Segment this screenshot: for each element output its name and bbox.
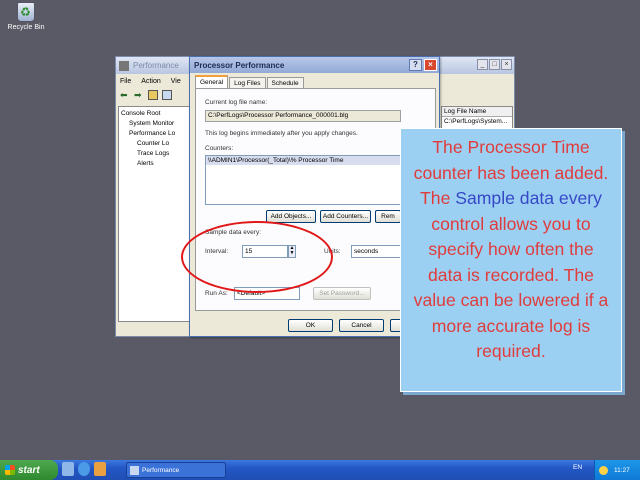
start-button[interactable]: start (0, 460, 58, 480)
log-begins-text: This log begins immediately after you ap… (205, 130, 358, 137)
forward-arrow-icon[interactable]: ➡ (134, 90, 144, 100)
minimize-icon[interactable]: _ (477, 59, 488, 70)
run-as-input[interactable]: <Default> (234, 287, 300, 300)
tree-counter-logs[interactable]: Counter Lo (121, 139, 189, 149)
log-file-name-column-header[interactable]: Log File Name (442, 107, 512, 117)
counters-label: Counters: (205, 145, 234, 152)
show-tree-icon[interactable] (162, 90, 172, 100)
sample-data-label: Sample data every: (205, 229, 262, 236)
tree-trace-logs[interactable]: Trace Logs (121, 149, 189, 159)
tree-alerts[interactable]: Alerts (121, 159, 189, 169)
back-arrow-icon[interactable]: ⬅ (120, 90, 130, 100)
internet-explorer-icon[interactable] (78, 462, 90, 476)
close-icon[interactable]: × (501, 59, 512, 70)
taskbar-performance-label: Performance (142, 466, 180, 474)
tree-performance-logs[interactable]: Performance Lo (121, 129, 189, 139)
tree-console-root[interactable]: Console Root (121, 109, 189, 119)
media-player-icon[interactable] (94, 462, 106, 476)
add-counters-button[interactable]: Add Counters... (320, 210, 371, 223)
run-as-label: Run As: (205, 290, 228, 297)
menu-action[interactable]: Action (141, 78, 160, 85)
tutorial-callout: The Processor Time counter has been adde… (400, 128, 622, 392)
performance-window-title: Performance (133, 61, 179, 70)
interval-spinner[interactable]: ▲ ▼ (288, 245, 296, 258)
recycle-bin-icon (17, 2, 35, 22)
tab-log-files[interactable]: Log Files (229, 77, 266, 88)
window-controls: _ □ × (477, 59, 512, 70)
callout-highlight: Sample data every (455, 188, 602, 208)
taskbar-performance-button[interactable]: Performance (126, 462, 226, 478)
performance-task-icon (130, 465, 139, 475)
add-objects-button[interactable]: Add Objects... (266, 210, 316, 223)
menu-file[interactable]: File (120, 78, 131, 85)
units-select[interactable]: seconds (351, 245, 401, 258)
recycle-bin-desktop-icon[interactable]: Recycle Bin (4, 2, 48, 36)
console-tree: Console Root System Monitor Performance … (118, 106, 192, 322)
units-label: Units: (324, 248, 341, 255)
interval-label: Interval: (205, 248, 229, 255)
dialog-title-bar[interactable]: Processor Performance ? × (190, 57, 439, 73)
system-tray: 11:27 (594, 460, 640, 480)
maximize-icon[interactable]: □ (489, 59, 500, 70)
quick-launch (62, 462, 106, 476)
tree-system-monitor[interactable]: System Monitor (121, 119, 189, 129)
current-log-label: Current log file name: (205, 99, 268, 106)
log-file-row[interactable]: C:\PerfLogs\System... (442, 117, 512, 127)
tab-schedule[interactable]: Schedule (266, 77, 304, 88)
start-label: start (18, 464, 40, 476)
dialog-close-icon[interactable]: × (424, 59, 437, 71)
remove-button[interactable]: Rem (375, 210, 401, 223)
language-indicator[interactable]: EN (573, 464, 582, 471)
callout-text-part2: control allows you to specify how often … (413, 213, 609, 362)
recycle-bin-label: Recycle Bin (7, 24, 45, 31)
interval-input[interactable]: 15 (242, 245, 288, 258)
set-password-button[interactable]: Set Password... (313, 287, 371, 300)
ok-button[interactable]: OK (288, 319, 333, 332)
tray-icon[interactable] (599, 465, 608, 475)
up-folder-icon[interactable] (148, 90, 158, 100)
counters-list[interactable]: \\ADMIN1\Processor(_Total)\% Processor T… (205, 155, 401, 205)
cancel-button[interactable]: Cancel (339, 319, 384, 332)
show-desktop-icon[interactable] (62, 462, 74, 476)
current-log-field: C:\PerfLogs\Processor Performance_000001… (205, 110, 401, 122)
dialog-tabs: General Log Files Schedule (195, 75, 305, 88)
windows-flag-icon (5, 465, 15, 475)
tab-general[interactable]: General (195, 75, 229, 88)
help-icon[interactable]: ? (409, 59, 422, 71)
performance-app-icon (119, 60, 129, 71)
dialog-title: Processor Performance (194, 60, 285, 70)
menu-view[interactable]: Vie (171, 78, 181, 85)
clock[interactable]: 11:27 (614, 467, 630, 474)
counter-list-item[interactable]: \\ADMIN1\Processor(_Total)\% Processor T… (206, 156, 400, 165)
